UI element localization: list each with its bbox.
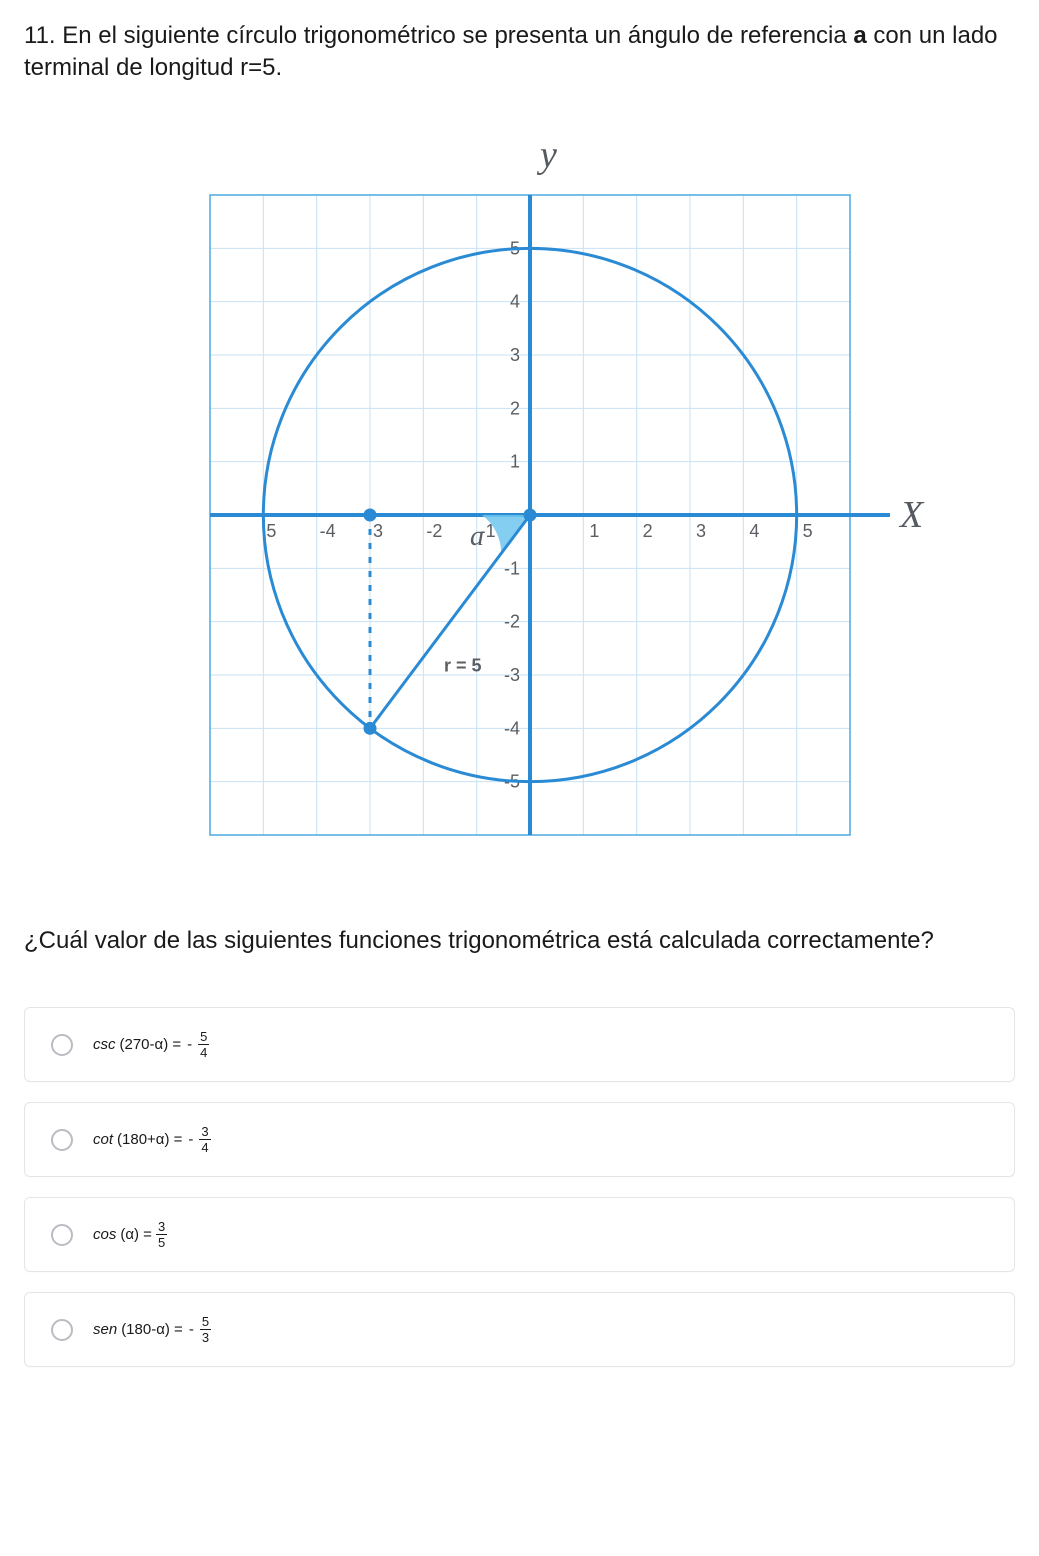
option-func: sen <box>93 1321 117 1338</box>
angle-label: a <box>470 521 484 552</box>
question-prefix: 11. En el siguiente círculo trigonométri… <box>24 22 853 49</box>
y-tick-label: 3 <box>509 345 519 365</box>
y-tick-label: 4 <box>509 291 519 311</box>
y-tick-label: -4 <box>503 718 519 738</box>
x-tick-label: 5 <box>266 521 276 541</box>
r-label: r = 5 <box>444 655 482 675</box>
option-arg: (180-α) = <box>121 1321 183 1338</box>
y-tick-label: -1 <box>503 558 519 578</box>
x-tick-label: 3 <box>696 521 706 541</box>
y-tick-label: 1 <box>509 451 519 471</box>
x-tick-label: -2 <box>426 521 442 541</box>
option-fraction: 34 <box>199 1125 210 1154</box>
option-0[interactable]: csc (270-α) = -54 <box>24 1007 1015 1082</box>
x-axis-label: X <box>898 494 925 536</box>
x-tick-label: 5 <box>802 521 812 541</box>
trig-circle-chart: yX5-43-2-11234554321-1-2-3-4-5r = 5a <box>100 115 940 875</box>
x-tick-label: 2 <box>642 521 652 541</box>
y-tick-label: -2 <box>503 611 519 631</box>
x-tick-label: -4 <box>319 521 335 541</box>
y-tick-label: -3 <box>503 665 519 685</box>
option-1[interactable]: cot (180+α) = -34 <box>24 1102 1015 1177</box>
y-tick-label: 2 <box>509 398 519 418</box>
option-fraction: 53 <box>200 1315 211 1344</box>
option-label: cot (180+α) = -34 <box>93 1125 211 1154</box>
option-arg: (180+α) = <box>117 1131 182 1148</box>
option-label: sen (180-α) = -53 <box>93 1315 211 1344</box>
option-label: cos (α) = 35 <box>93 1220 167 1249</box>
radio-button[interactable] <box>51 1319 73 1341</box>
option-negative-sign: - <box>189 1321 194 1338</box>
option-negative-sign: - <box>188 1131 193 1148</box>
question-text: 11. En el siguiente círculo trigonométri… <box>24 20 1015 85</box>
option-arg: (270-α) = <box>120 1036 182 1053</box>
radio-button[interactable] <box>51 1034 73 1056</box>
x-tick-label: 3 <box>373 521 383 541</box>
y-axis-label: y <box>536 134 557 176</box>
question-bold: a <box>853 22 866 49</box>
option-func: cot <box>93 1131 113 1148</box>
option-negative-sign: - <box>187 1036 192 1053</box>
option-func: csc <box>93 1036 116 1053</box>
radio-button[interactable] <box>51 1129 73 1151</box>
chart-container: yX5-43-2-11234554321-1-2-3-4-5r = 5a <box>24 115 1015 875</box>
subquestion-text: ¿Cuál valor de las siguientes funciones … <box>24 925 1015 957</box>
options-list: csc (270-α) = -54cot (180+α) = -34cos (α… <box>24 1007 1015 1367</box>
x-tick-label: 4 <box>749 521 759 541</box>
option-func: cos <box>93 1226 116 1243</box>
option-arg: (α) = <box>120 1226 152 1243</box>
option-3[interactable]: sen (180-α) = -53 <box>24 1292 1015 1367</box>
x-tick-label: 1 <box>589 521 599 541</box>
option-label: csc (270-α) = -54 <box>93 1030 209 1059</box>
option-fraction: 35 <box>156 1220 167 1249</box>
option-fraction: 54 <box>198 1030 209 1059</box>
option-2[interactable]: cos (α) = 35 <box>24 1197 1015 1272</box>
radio-button[interactable] <box>51 1224 73 1246</box>
